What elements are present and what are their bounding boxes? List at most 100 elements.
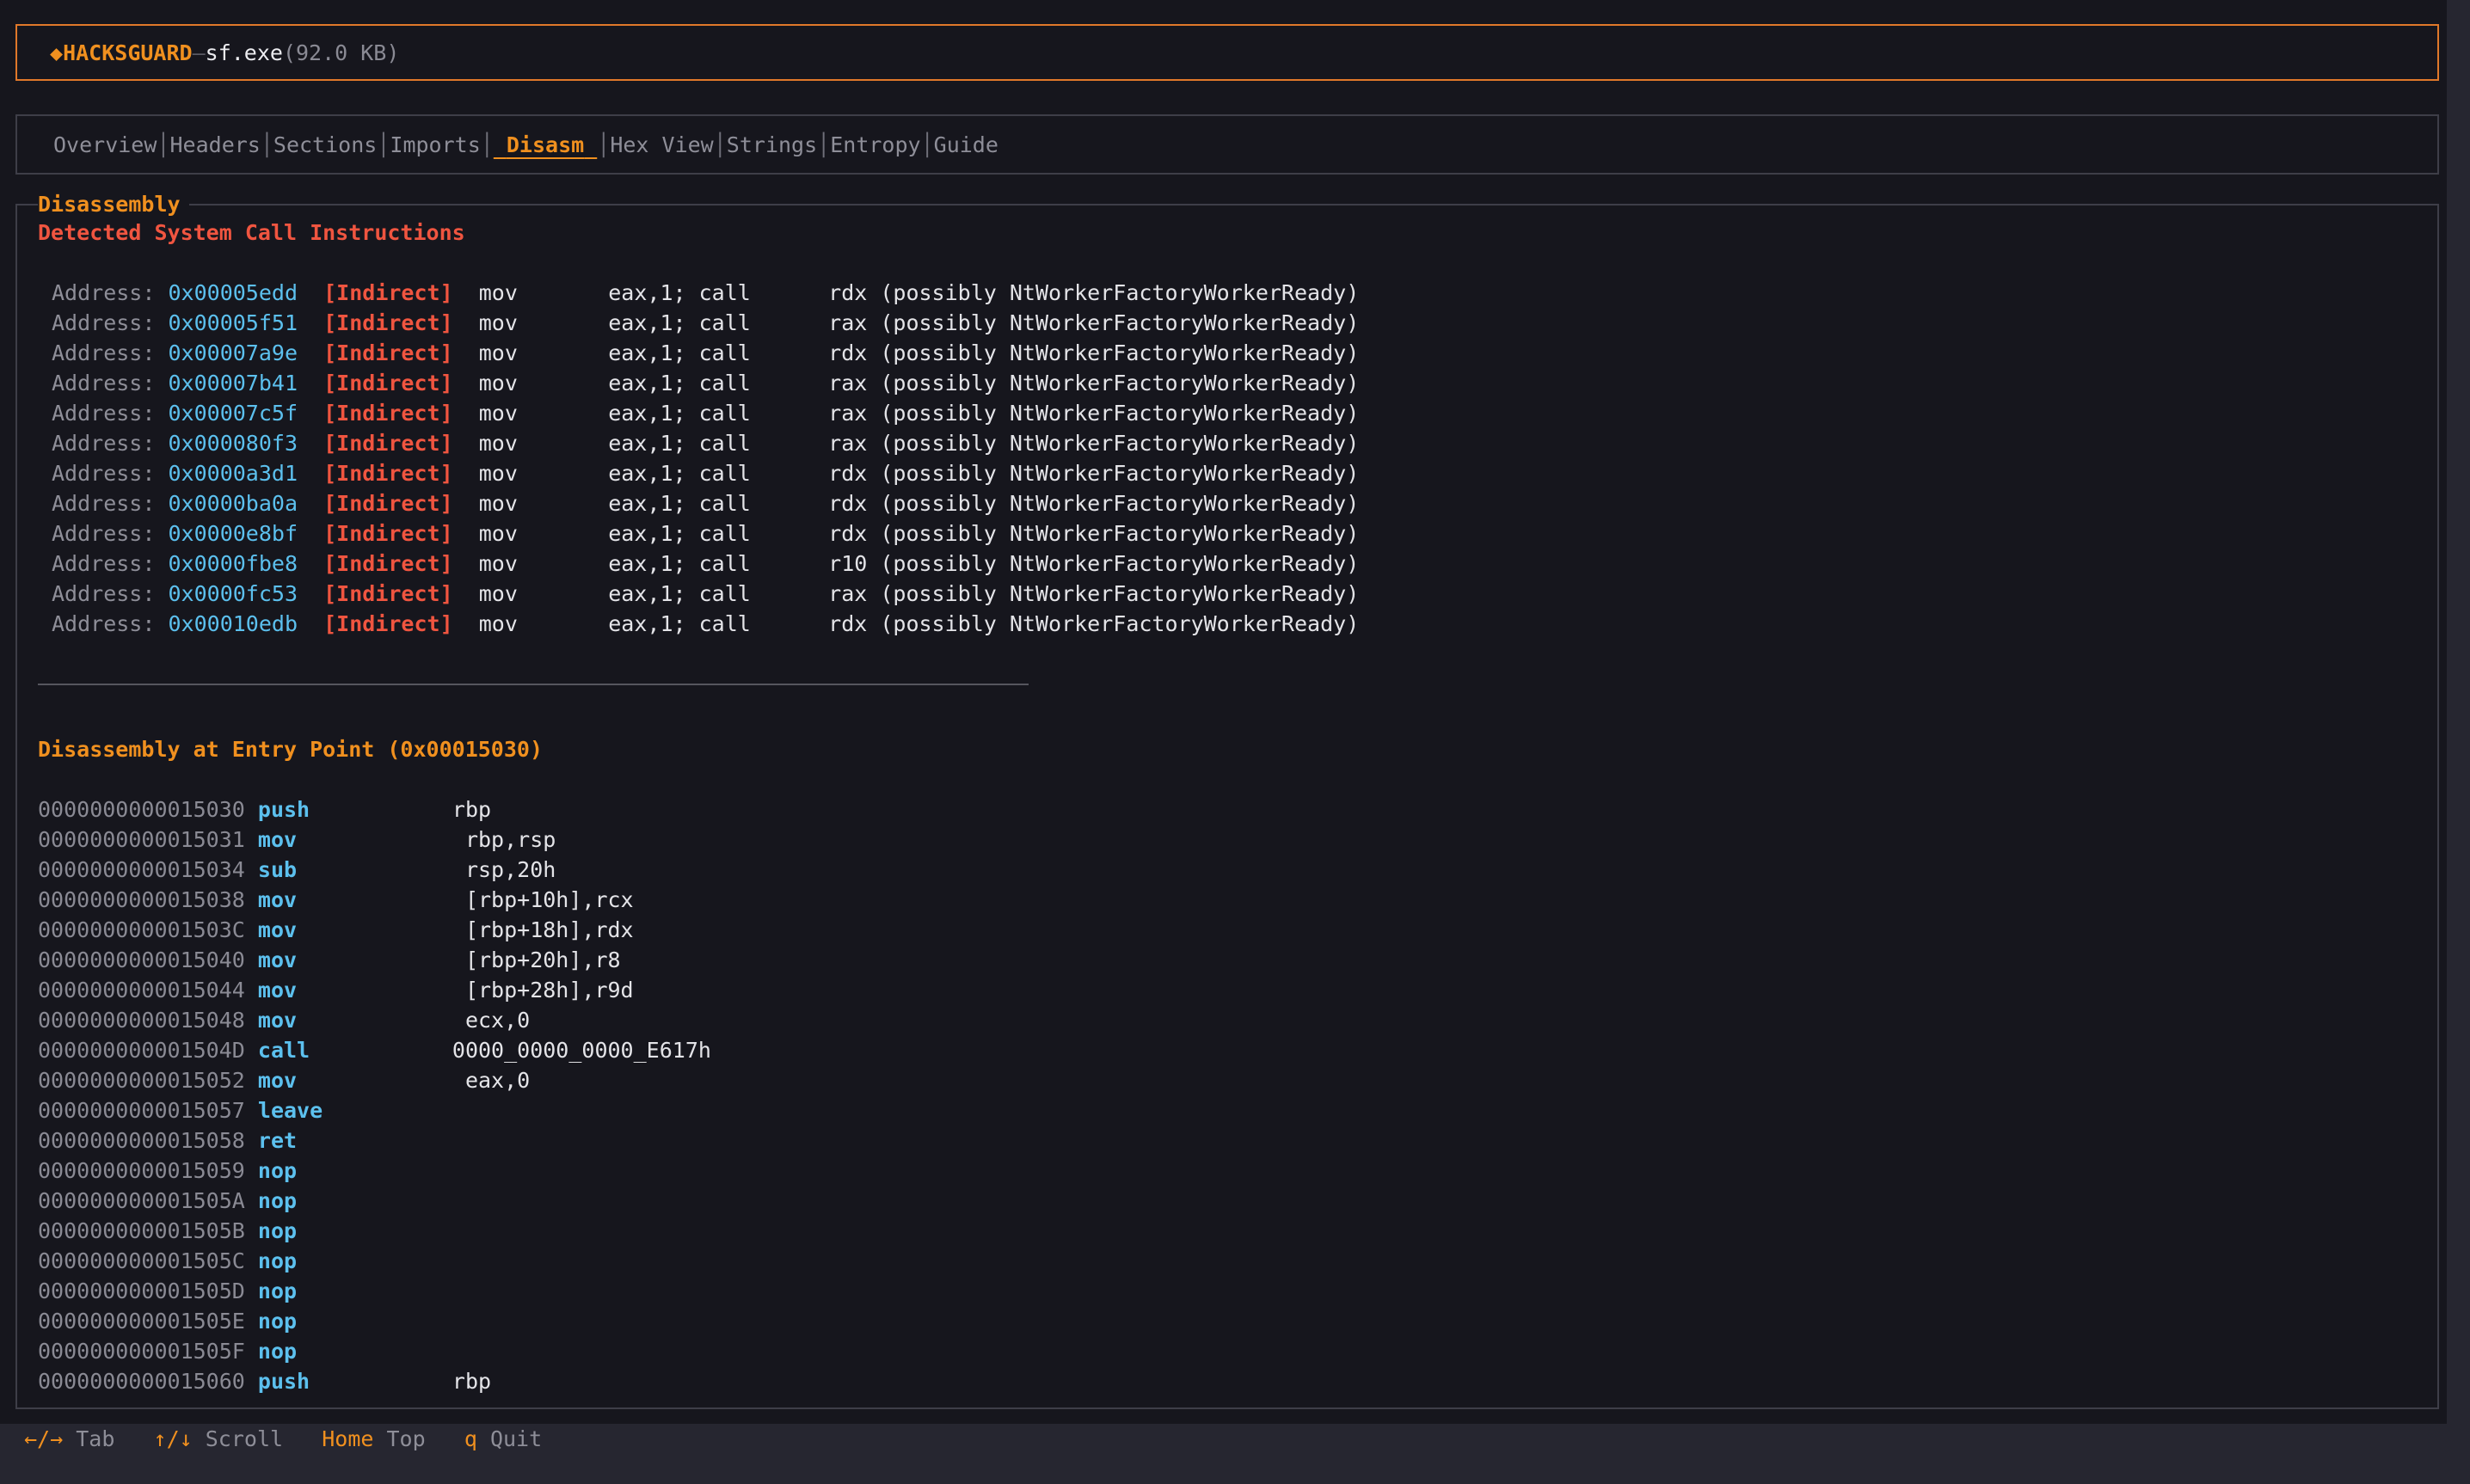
address-label: Address: (52, 551, 156, 576)
tab-divider: │ (480, 132, 494, 157)
tab-imports[interactable]: Imports (390, 132, 480, 157)
address-label: Address: (52, 340, 156, 365)
tab-disasm[interactable]: Disasm (494, 132, 597, 157)
instruction-row[interactable]: 0000000000015044 mov [rbp+28h],r9d (38, 975, 634, 1005)
indirect-tag: [Indirect] (323, 521, 453, 546)
syscall-row[interactable]: Address: 0x00007c5f [Indirect] mov eax,1… (52, 398, 1359, 428)
instruction-row[interactable]: 0000000000015034 sub rsp,20h (38, 855, 556, 885)
instruction-address: 0000000000015030 (38, 797, 245, 822)
disassembly-panel[interactable]: Disassembly Detected System Call Instruc… (15, 192, 2439, 1409)
file-size: (92.0 KB) (282, 40, 400, 65)
syscall-row[interactable]: Address: 0x00005f51 [Indirect] mov eax,1… (52, 308, 1359, 338)
instruction-mnemonic: mov (257, 917, 298, 942)
terminal-window: ◆ HACKSGUARD — sf.exe (92.0 KB) Overview… (0, 0, 2447, 1451)
file-name: sf.exe (205, 40, 283, 65)
instruction-row[interactable]: 0000000000015048 mov ecx,0 (38, 1005, 530, 1035)
instruction-row[interactable]: 000000000001505C nop (38, 1246, 452, 1276)
syscall-mnemonic: mov (478, 611, 518, 636)
instruction-operands: [rbp+20h],r8 (452, 947, 621, 972)
syscall-operands: eax,1; call (608, 581, 751, 606)
tab-guide[interactable]: Guide (934, 132, 998, 157)
syscall-address: 0x0000fc53 (168, 581, 298, 606)
instruction-address: 0000000000015034 (38, 857, 245, 882)
instruction-mnemonic: mov (257, 947, 298, 972)
tab-entropy[interactable]: Entropy (830, 132, 920, 157)
instruction-row[interactable]: 000000000001505B nop (38, 1216, 452, 1246)
instruction-address: 0000000000015060 (38, 1369, 245, 1394)
instruction-row[interactable]: 000000000001505E nop (38, 1306, 452, 1336)
indirect-tag: [Indirect] (323, 310, 453, 335)
syscall-mnemonic: mov (478, 521, 518, 546)
tab-sections[interactable]: Sections (273, 132, 377, 157)
instruction-mnemonic: mov (257, 1008, 298, 1033)
instruction-mnemonic: mov (257, 978, 298, 1003)
indirect-tag: [Indirect] (323, 551, 453, 576)
syscall-address: 0x00007c5f (168, 401, 298, 426)
tab-strings[interactable]: Strings (727, 132, 817, 157)
address-label: Address: (52, 521, 156, 546)
instruction-mnemonic: nop (257, 1309, 298, 1334)
syscall-operands: eax,1; call (608, 371, 751, 396)
syscall-row[interactable]: Address: 0x0000e8bf [Indirect] mov eax,1… (52, 518, 1359, 549)
instruction-row[interactable]: 000000000001505D nop (38, 1276, 452, 1306)
syscall-row[interactable]: Address: 0x000080f3 [Indirect] mov eax,1… (52, 428, 1359, 458)
syscall-row[interactable]: Address: 0x0000ba0a [Indirect] mov eax,1… (52, 488, 1359, 518)
syscall-operands: eax,1; call (608, 401, 751, 426)
instruction-mnemonic: nop (257, 1158, 298, 1183)
tab-hex-view[interactable]: Hex View (610, 132, 713, 157)
syscall-operands: eax,1; call (608, 340, 751, 365)
instruction-row[interactable]: 000000000001505F nop (38, 1336, 452, 1366)
indirect-tag: [Indirect] (323, 581, 453, 606)
syscall-mnemonic: mov (478, 551, 518, 576)
syscall-operands: eax,1; call (608, 491, 751, 516)
address-label: Address: (52, 431, 156, 456)
syscall-operands: eax,1; call (608, 280, 751, 305)
instruction-mnemonic: sub (257, 857, 298, 882)
instruction-row[interactable]: 0000000000015030 push rbp (38, 794, 491, 825)
instruction-row[interactable]: 0000000000015060 push rbp (38, 1366, 491, 1396)
tab-headers[interactable]: Headers (169, 132, 260, 157)
syscall-address: 0x0000e8bf (168, 521, 298, 546)
syscall-row[interactable]: Address: 0x00005edd [Indirect] mov eax,1… (52, 278, 1359, 308)
instruction-mnemonic: nop (257, 1248, 298, 1273)
diamond-icon: ◆ (50, 40, 64, 65)
instruction-operands: [rbp+18h],rdx (452, 917, 634, 942)
instruction-mnemonic: push (257, 797, 310, 822)
instruction-row[interactable]: 000000000001505A nop (38, 1186, 452, 1216)
syscall-operands: eax,1; call (608, 521, 751, 546)
title-bar: ◆ HACKSGUARD — sf.exe (92.0 KB) (15, 24, 2439, 81)
tab-overview[interactable]: Overview (53, 132, 157, 157)
instruction-row[interactable]: 0000000000015038 mov [rbp+10h],rcx (38, 885, 634, 915)
instruction-row[interactable]: 000000000001503C mov [rbp+18h],rdx (38, 915, 634, 945)
syscall-row[interactable]: Address: 0x0000a3d1 [Indirect] mov eax,1… (52, 458, 1359, 488)
syscall-mnemonic: mov (478, 431, 518, 456)
instruction-address: 000000000001505B (38, 1218, 245, 1243)
address-label: Address: (52, 491, 156, 516)
syscall-row[interactable]: Address: 0x00007a9e [Indirect] mov eax,1… (52, 338, 1359, 368)
instruction-operands: [rbp+10h],rcx (452, 887, 634, 912)
keybind-footer: ←/→ Tab ↑/↓ Scroll Home Top q Quit (24, 1424, 542, 1455)
instruction-row[interactable]: 0000000000015052 mov eax,0 (38, 1065, 530, 1095)
syscall-operands: eax,1; call (608, 611, 751, 636)
instruction-row[interactable]: 000000000001504D call 0000_0000_0000_E617… (38, 1035, 711, 1065)
syscall-address: 0x00007a9e (168, 340, 298, 365)
key-tab: ←/→ (24, 1426, 64, 1451)
syscall-mnemonic: mov (478, 401, 518, 426)
instruction-row[interactable]: 0000000000015058 ret (38, 1125, 452, 1156)
syscall-row[interactable]: Address: 0x00010edb [Indirect] mov eax,1… (52, 609, 1359, 639)
key-scroll: ↑/↓ (153, 1426, 193, 1451)
entry-heading: Disassembly at Entry Point (0x00015030) (38, 737, 543, 762)
instruction-row[interactable]: 0000000000015059 nop (38, 1156, 452, 1186)
instruction-row[interactable]: 0000000000015057 leave (38, 1095, 452, 1125)
syscall-row[interactable]: Address: 0x0000fbe8 [Indirect] mov eax,1… (52, 549, 1359, 579)
instruction-row[interactable]: 0000000000015031 mov rbp,rsp (38, 825, 556, 855)
syscall-address: 0x0000ba0a (168, 491, 298, 516)
instruction-row[interactable]: 0000000000015040 mov [rbp+20h],r8 (38, 945, 621, 975)
indirect-tag: [Indirect] (323, 371, 453, 396)
syscall-operands: eax,1; call (608, 310, 751, 335)
instruction-operands: rbp (452, 1369, 492, 1394)
instruction-address: 0000000000015059 (38, 1158, 245, 1183)
syscall-row[interactable]: Address: 0x00007b41 [Indirect] mov eax,1… (52, 368, 1359, 398)
key-tab-desc: Tab (76, 1426, 115, 1451)
syscall-row[interactable]: Address: 0x0000fc53 [Indirect] mov eax,1… (52, 579, 1359, 609)
